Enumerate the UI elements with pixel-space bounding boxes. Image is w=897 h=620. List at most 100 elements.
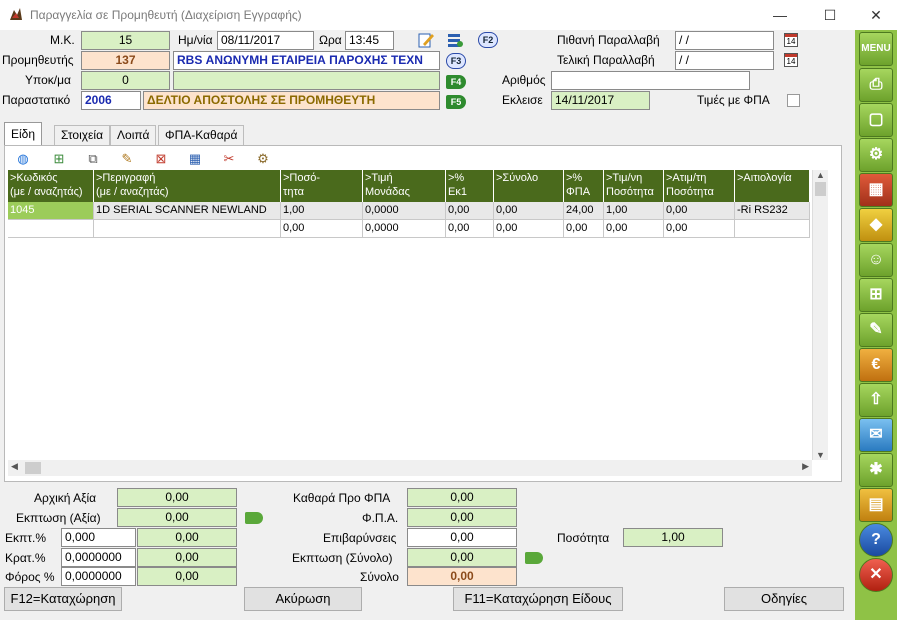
copy-row-icon[interactable]: ⧉: [84, 151, 102, 167]
tax-pct-amount[interactable]: 0,00: [137, 567, 237, 586]
folder-icon[interactable]: ▤: [859, 488, 893, 522]
scroll-left-icon[interactable]: ◀: [11, 461, 18, 472]
table-cell-total[interactable]: 0,00: [494, 220, 564, 238]
table-cell-code[interactable]: 1045: [8, 202, 94, 220]
net-before-vat-field[interactable]: 0,00: [407, 488, 517, 507]
supplier-code-field[interactable]: 137: [81, 51, 170, 70]
vat-field[interactable]: 0,00: [407, 508, 517, 527]
discount-total-field[interactable]: 0,00: [407, 548, 517, 567]
table-cell-vat[interactable]: 24,00: [564, 202, 604, 220]
f4-button[interactable]: F4: [446, 75, 466, 89]
euro-icon[interactable]: €: [859, 348, 893, 382]
help-button[interactable]: Οδηγίες: [724, 587, 844, 611]
tools-icon[interactable]: ✱: [859, 453, 893, 487]
table-cell-quantity[interactable]: 1,00: [281, 202, 363, 220]
column-header-discount1[interactable]: >% Εκ1: [446, 170, 494, 202]
upload-icon[interactable]: ⇧: [859, 383, 893, 417]
globe-icon[interactable]: ◍: [14, 151, 32, 167]
supplier-name-field[interactable]: RBS ΑΝΩΝΥΜΗ ΕΤΑΙΡΕΙΑ ΠΑΡΟΧΗΣ ΤΕΧΝ: [173, 51, 440, 70]
edit-note-icon[interactable]: [417, 31, 435, 49]
save-item-button[interactable]: F11=Καταχώρηση Είδους: [453, 587, 623, 611]
table-cell-discount1[interactable]: 0,00: [446, 202, 494, 220]
calendar-icon[interactable]: 14: [784, 33, 798, 47]
tab-items[interactable]: Είδη: [4, 122, 43, 146]
column-header-quantity[interactable]: >Ποσό-τητα: [281, 170, 363, 202]
help-icon[interactable]: ?: [859, 523, 893, 557]
cut-icon[interactable]: ✂: [220, 151, 238, 167]
table-cell-vat[interactable]: 0,00: [564, 220, 604, 238]
scroll-up-icon[interactable]: ▲: [813, 170, 828, 180]
table-cell-invoiced-qty[interactable]: 1,00: [604, 202, 664, 220]
menu-button[interactable]: MENU: [859, 32, 893, 66]
column-header-uninvoiced-qty[interactable]: >Ατιμ/τη Ποσότητα: [664, 170, 735, 202]
probable-receipt-field[interactable]: / /: [675, 31, 774, 50]
list-add-icon[interactable]: [446, 31, 464, 49]
column-header-description[interactable]: >Περιγραφή (με / αναζητάς): [94, 170, 281, 202]
exit-icon[interactable]: ✕: [859, 558, 893, 592]
initial-value-field[interactable]: 0,00: [117, 488, 237, 507]
minimize-button[interactable]: —: [757, 0, 803, 30]
scroll-down-icon[interactable]: ▼: [813, 450, 828, 460]
charges-field[interactable]: 0,00: [407, 528, 517, 547]
column-header-total[interactable]: >Σύνολο: [494, 170, 564, 202]
tab-vat-net[interactable]: ΦΠΑ-Καθαρά: [158, 125, 245, 145]
discount-pct-field[interactable]: 0,000: [61, 528, 136, 547]
column-header-code[interactable]: >Κωδικός (με / αναζητάς): [8, 170, 94, 202]
tab-details[interactable]: Στοιχεία: [54, 125, 111, 145]
f2-button[interactable]: F2: [478, 32, 498, 48]
time-field[interactable]: 13:45: [345, 31, 394, 50]
total-field[interactable]: 0,00: [407, 567, 517, 586]
document-name-field[interactable]: ΔΕΛΤΙΟ ΑΠΟΣΤΟΛΗΣ ΣΕ ΠΡΟΜΗΘΕΥΤΗ: [143, 91, 440, 110]
gear-icon[interactable]: ⚙: [859, 138, 893, 172]
table-cell-quantity[interactable]: 0,00: [281, 220, 363, 238]
column-header-reason[interactable]: >Αιτιολογία: [735, 170, 810, 202]
table-cell-uninvoiced-qty[interactable]: 0,00: [664, 202, 735, 220]
calendar-icon[interactable]: 14: [784, 53, 798, 67]
quantity-field[interactable]: 1,00: [623, 528, 723, 547]
table-cell-invoiced-qty[interactable]: 0,00: [604, 220, 664, 238]
printer-icon[interactable]: ⎙: [859, 68, 893, 102]
table-cell-description[interactable]: 1D SERIAL SCANNER NEWLAND: [94, 202, 281, 220]
maximize-button[interactable]: ☐: [807, 0, 853, 30]
scroll-thumb[interactable]: [815, 182, 826, 196]
document-lock-icon[interactable]: ▢: [859, 103, 893, 137]
users-icon[interactable]: ☺: [859, 243, 893, 277]
table-cell-description[interactable]: [94, 220, 281, 238]
closed-date-field[interactable]: 14/11/2017: [551, 91, 650, 110]
add-row-icon[interactable]: ⊞: [50, 151, 68, 167]
windows-icon[interactable]: ⊞: [859, 278, 893, 312]
tax-pct-field[interactable]: 0,0000000: [61, 567, 136, 586]
arrow-icon[interactable]: [245, 512, 263, 524]
close-window-button[interactable]: ✕: [853, 0, 897, 30]
retention-pct-field[interactable]: 0,0000000: [61, 548, 136, 567]
table-cell-uninvoiced-qty[interactable]: 0,00: [664, 220, 735, 238]
table-cell-reason[interactable]: -Ri RS232: [735, 202, 810, 220]
scroll-thumb[interactable]: [25, 462, 41, 474]
column-header-invoiced-qty[interactable]: >Τιμ/νη Ποσότητα: [604, 170, 664, 202]
column-header-unit-price[interactable]: >Τιμή Μονάδας: [363, 170, 446, 202]
notes-icon[interactable]: ✎: [859, 313, 893, 347]
vertical-scrollbar[interactable]: ▲ ▼: [812, 170, 828, 460]
table-cell-code[interactable]: [8, 220, 94, 238]
horizontal-scrollbar[interactable]: ◀ ▶: [8, 460, 812, 476]
table-cell-reason[interactable]: [735, 220, 810, 238]
settings-icon[interactable]: ⚙: [254, 151, 272, 167]
branch-name-field[interactable]: [173, 71, 440, 90]
mk-field[interactable]: 15: [81, 31, 170, 50]
edit-row-icon[interactable]: ✎: [118, 151, 136, 167]
tab-other[interactable]: Λοιπά: [110, 125, 157, 145]
delete-row-icon[interactable]: ⊠: [152, 151, 170, 167]
chat-icon[interactable]: ✉: [859, 418, 893, 452]
view-row-icon[interactable]: ▦: [186, 151, 204, 167]
date-field[interactable]: 08/11/2017: [217, 31, 314, 50]
retention-pct-amount[interactable]: 0,00: [137, 548, 237, 567]
table-cell-discount1[interactable]: 0,00: [446, 220, 494, 238]
f3-button[interactable]: F3: [446, 53, 466, 69]
branch-field[interactable]: 0: [81, 71, 170, 90]
column-header-vat[interactable]: >% ΦΠΑ: [564, 170, 604, 202]
scroll-right-icon[interactable]: ▶: [802, 461, 809, 472]
f5-button[interactable]: F5: [446, 95, 466, 109]
box-icon[interactable]: ◆: [859, 208, 893, 242]
number-field[interactable]: [551, 71, 750, 90]
save-button[interactable]: F12=Καταχώρηση: [4, 587, 122, 611]
